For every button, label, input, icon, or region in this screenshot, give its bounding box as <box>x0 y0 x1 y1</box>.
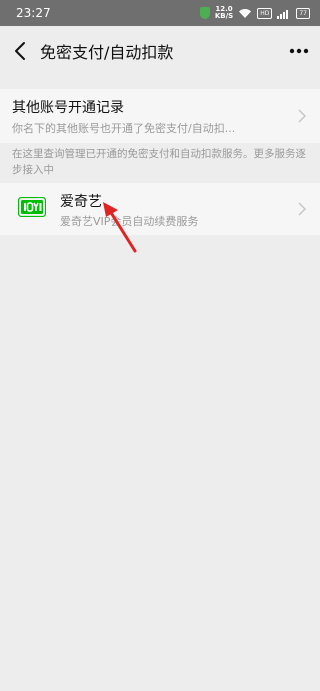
other-accounts-item[interactable]: 其他账号开通记录 你名下的其他账号也开通了免密支付/自动扣... <box>0 89 320 143</box>
status-bar: 23:27 12.0 KB/S HD 77 <box>0 0 320 26</box>
network-speed-unit: KB/S <box>214 12 234 20</box>
other-accounts-title: 其他账号开通记录 <box>12 100 124 116</box>
wifi-icon <box>239 8 252 18</box>
status-icons: 12.0 KB/S HD 77 <box>199 6 310 20</box>
other-accounts-subtitle: 你名下的其他账号也开通了免密支付/自动扣... <box>12 122 236 135</box>
more-options-icon[interactable] <box>286 38 312 64</box>
signal-icon <box>277 9 289 19</box>
back-icon[interactable] <box>8 38 34 64</box>
notice-text: 在这里查询管理已开通的免密支付和自动扣款服务。更多服务逐步接入中 <box>12 148 306 176</box>
nav-header: 免密支付/自动扣款 <box>0 26 320 76</box>
service-description: 爱奇艺VIP会员自动续费服务 <box>60 215 199 228</box>
screen: 23:27 12.0 KB/S HD 77 免密支付/自动扣款 其他账号开通记录… <box>0 0 320 691</box>
service-name: 爱奇艺 <box>60 194 102 210</box>
chevron-right-icon <box>298 202 306 216</box>
network-speed: 12.0 KB/S <box>215 6 233 20</box>
battery-icon: 77 <box>296 7 310 19</box>
iqiyi-logo-icon <box>18 197 46 217</box>
hd-badge: HD <box>257 7 273 19</box>
status-time: 23:27 <box>16 6 51 20</box>
page-title: 免密支付/自动扣款 <box>40 43 174 62</box>
service-item-iqiyi[interactable]: 爱奇艺 爱奇艺VIP会员自动续费服务 <box>0 183 320 235</box>
chevron-right-icon <box>298 109 306 123</box>
shield-icon <box>199 7 210 19</box>
